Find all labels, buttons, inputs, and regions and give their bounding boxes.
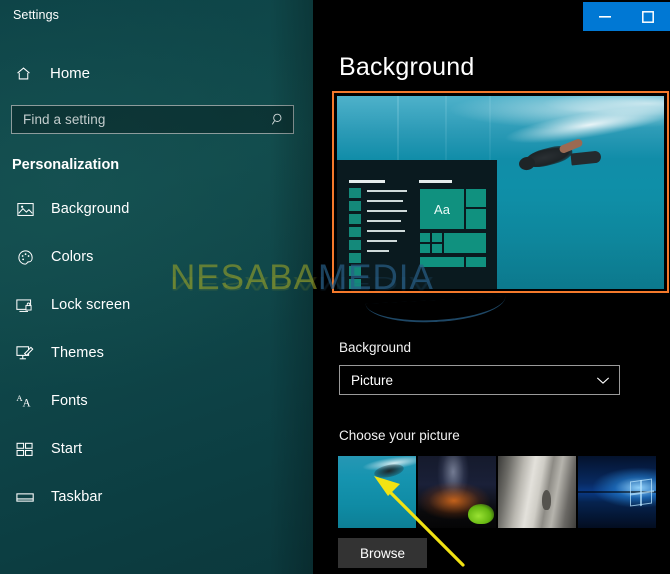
- themes-icon: [12, 345, 38, 362]
- background-type-value: Picture: [351, 372, 394, 388]
- browse-button[interactable]: Browse: [338, 538, 427, 568]
- picture-icon: [12, 202, 38, 217]
- sidebar-label-themes: Themes: [51, 345, 104, 361]
- picture-thumbnail-list: [338, 456, 656, 528]
- sidebar-section-title: Personalization: [12, 157, 120, 173]
- sidebar-item-themes[interactable]: Themes: [0, 340, 313, 366]
- palette-icon: [12, 249, 38, 266]
- sidebar-label-fonts: Fonts: [51, 393, 88, 409]
- thumbnail-windows-hero-blue[interactable]: [578, 456, 656, 528]
- background-field-label: Background: [339, 340, 412, 355]
- chevron-down-icon[interactable]: [587, 376, 619, 385]
- thumbnail-night-sky-tent[interactable]: [418, 456, 496, 528]
- app-title: Settings: [13, 8, 59, 22]
- sidebar-label-background: Background: [51, 201, 130, 217]
- lockscreen-icon: [12, 298, 38, 313]
- sidebar-nav: Background Colors Lock screen Themes A A…: [0, 196, 313, 532]
- sidebar-item-start[interactable]: Start: [0, 436, 313, 462]
- window-controls: [583, 2, 670, 31]
- background-type-dropdown[interactable]: Picture: [339, 365, 620, 395]
- search-icon[interactable]: [263, 112, 293, 127]
- sidebar: Settings Home Find a setting Personaliza…: [0, 0, 313, 574]
- fonts-icon: A A: [12, 393, 38, 410]
- search-placeholder: Find a setting: [23, 112, 106, 127]
- sidebar-item-background[interactable]: Background: [0, 196, 313, 222]
- sidebar-item-colors[interactable]: Colors: [0, 244, 313, 270]
- search-input[interactable]: Find a setting: [11, 105, 294, 134]
- sidebar-label-colors: Colors: [51, 249, 94, 265]
- sidebar-home-label: Home: [50, 64, 91, 82]
- svg-text:A: A: [22, 397, 31, 409]
- sidebar-label-taskbar: Taskbar: [51, 489, 103, 505]
- preview-highlight-box: [332, 91, 669, 293]
- page-title: Background: [339, 53, 475, 81]
- sidebar-item-taskbar[interactable]: Taskbar: [0, 484, 313, 510]
- thumbnail-rock-cliff[interactable]: [498, 456, 576, 528]
- thumbnail-underwater-swimmer[interactable]: [338, 456, 416, 528]
- sidebar-item-home[interactable]: Home: [10, 58, 300, 88]
- start-icon: [12, 442, 38, 457]
- sidebar-label-start: Start: [51, 441, 83, 457]
- sidebar-item-fonts[interactable]: A A Fonts: [0, 388, 313, 414]
- taskbar-icon: [12, 491, 38, 504]
- choose-picture-label: Choose your picture: [339, 428, 460, 443]
- home-icon: [10, 65, 36, 82]
- sidebar-label-lock-screen: Lock screen: [51, 297, 131, 313]
- settings-window: Settings Home Find a setting Personaliza…: [0, 0, 670, 574]
- sidebar-item-lock-screen[interactable]: Lock screen: [0, 292, 313, 318]
- maximize-button[interactable]: [627, 2, 670, 31]
- minimize-button[interactable]: [583, 2, 627, 31]
